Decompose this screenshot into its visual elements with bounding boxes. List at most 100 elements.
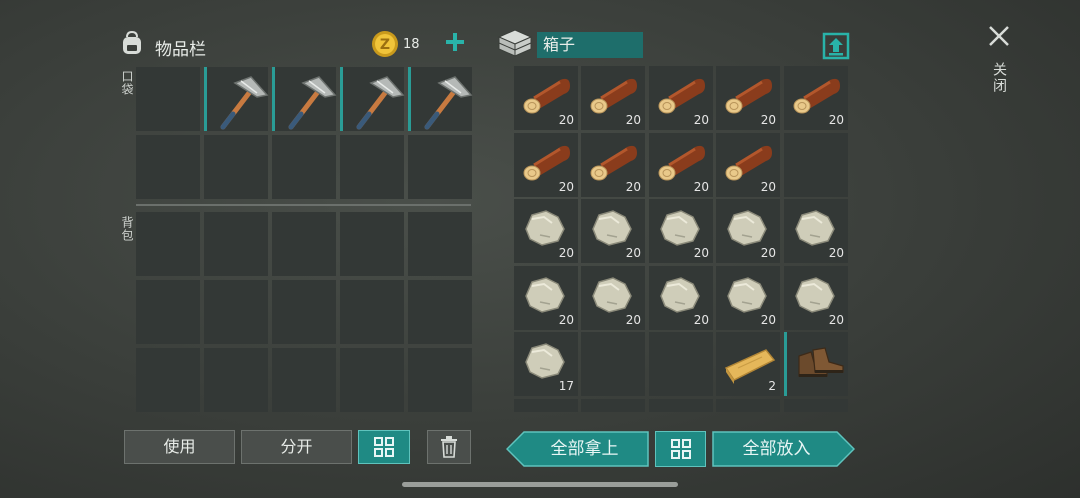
put-all-button[interactable]: 全部放入 bbox=[712, 431, 855, 467]
pocket-slot[interactable] bbox=[408, 67, 473, 131]
item-count: 20 bbox=[625, 113, 641, 127]
box-title-text: 箱子 bbox=[543, 35, 576, 54]
log-icon bbox=[658, 145, 705, 181]
coin-icon: Z bbox=[370, 29, 400, 63]
item-count: 17 bbox=[558, 379, 574, 393]
box-slot[interactable]: 20 bbox=[514, 199, 578, 263]
item-count: 20 bbox=[625, 180, 641, 194]
add-coins-button[interactable] bbox=[443, 30, 467, 54]
backpack-slot[interactable] bbox=[272, 348, 336, 412]
boots-icon bbox=[798, 347, 844, 377]
upload-icon bbox=[822, 32, 850, 60]
box-slot[interactable]: 20 bbox=[649, 266, 713, 330]
box-slot[interactable]: 2 bbox=[716, 332, 780, 396]
item-count: 20 bbox=[558, 246, 574, 260]
box-title: 箱子 bbox=[537, 32, 643, 58]
box-slot[interactable]: 20 bbox=[514, 266, 578, 330]
stone-icon bbox=[525, 210, 565, 246]
box-slot[interactable]: 20 bbox=[581, 133, 645, 197]
box-slot[interactable]: 20 bbox=[514, 66, 578, 130]
backpack-slot[interactable] bbox=[340, 348, 404, 412]
pocket-slot[interactable] bbox=[204, 67, 269, 131]
box-slot[interactable]: 20 bbox=[514, 133, 578, 197]
sort-inventory-button[interactable] bbox=[358, 430, 410, 464]
backpack-slot[interactable] bbox=[136, 348, 200, 412]
item-count: 20 bbox=[558, 180, 574, 194]
backpack-slot[interactable] bbox=[408, 212, 472, 276]
close-button[interactable]: 关闭 bbox=[982, 22, 1016, 102]
box-slot[interactable]: 20 bbox=[649, 199, 713, 263]
backpack-slot[interactable] bbox=[340, 212, 404, 276]
pickaxe-icon bbox=[288, 76, 337, 130]
pocket-slot[interactable] bbox=[408, 135, 472, 199]
log-icon bbox=[590, 78, 637, 114]
take-all-label: 全部拿上 bbox=[550, 439, 619, 459]
box-slot[interactable] bbox=[581, 399, 645, 412]
box-slot[interactable] bbox=[716, 399, 780, 412]
split-button[interactable]: 分开 bbox=[241, 430, 352, 464]
pocket-slot[interactable] bbox=[340, 135, 404, 199]
upload-button[interactable] bbox=[822, 32, 850, 60]
backpack-slot[interactable] bbox=[272, 280, 336, 344]
take-all-button[interactable]: 全部拿上 bbox=[506, 431, 649, 467]
box-slot[interactable]: 20 bbox=[716, 266, 780, 330]
log-icon bbox=[590, 145, 637, 181]
log-icon bbox=[725, 78, 772, 114]
item-count: 20 bbox=[693, 246, 709, 260]
box-slot[interactable] bbox=[784, 399, 848, 412]
close-icon bbox=[989, 26, 1009, 46]
item-count: 20 bbox=[558, 113, 574, 127]
pocket-slot[interactable] bbox=[204, 135, 268, 199]
box-slot[interactable]: 20 bbox=[581, 66, 645, 130]
backpack-slot[interactable] bbox=[204, 348, 268, 412]
close-label: 关闭 bbox=[991, 62, 1007, 94]
box-slot[interactable]: 20 bbox=[716, 199, 780, 263]
pocket-slot[interactable] bbox=[136, 135, 200, 199]
pocket-slot[interactable] bbox=[136, 67, 200, 131]
backpack-slot[interactable] bbox=[408, 348, 472, 412]
use-button[interactable]: 使用 bbox=[124, 430, 235, 464]
pocket-label: 口袋 bbox=[120, 70, 134, 96]
pocket-slot[interactable] bbox=[272, 67, 337, 131]
item-count: 20 bbox=[693, 113, 709, 127]
box-slot[interactable]: 20 bbox=[649, 133, 713, 197]
backpack-label: 背包 bbox=[120, 216, 134, 242]
item-count: 20 bbox=[828, 246, 844, 260]
pickaxe-icon bbox=[356, 76, 405, 130]
box-slot[interactable]: 20 bbox=[784, 66, 848, 130]
box-slot[interactable] bbox=[514, 399, 578, 412]
trash-button[interactable] bbox=[427, 430, 471, 464]
backpack-slot[interactable] bbox=[136, 280, 200, 344]
box-slot[interactable] bbox=[649, 399, 713, 412]
log-icon bbox=[523, 145, 570, 181]
box-slot[interactable]: 20 bbox=[581, 266, 645, 330]
backpack-slot[interactable] bbox=[204, 212, 268, 276]
backpack-slot[interactable] bbox=[272, 212, 336, 276]
put-all-label: 全部放入 bbox=[742, 439, 811, 459]
box-slot[interactable]: 20 bbox=[649, 66, 713, 130]
home-indicator bbox=[402, 482, 678, 487]
backpack-slot[interactable] bbox=[204, 280, 268, 344]
sort-box-button[interactable] bbox=[655, 431, 706, 467]
item-count: 20 bbox=[760, 313, 776, 327]
box-slot[interactable]: 20 bbox=[784, 266, 848, 330]
box-slot[interactable] bbox=[784, 133, 848, 197]
pocket-slot[interactable] bbox=[272, 135, 336, 199]
box-slot[interactable] bbox=[784, 332, 848, 396]
box-slot[interactable]: 17 bbox=[514, 332, 578, 396]
box-slot[interactable] bbox=[649, 332, 713, 396]
pocket-slot[interactable] bbox=[340, 67, 405, 131]
box-slot[interactable]: 20 bbox=[581, 199, 645, 263]
box-slot[interactable]: 20 bbox=[784, 199, 848, 263]
item-count: 20 bbox=[760, 113, 776, 127]
stone-icon bbox=[727, 277, 767, 313]
box-slot[interactable]: 20 bbox=[716, 66, 780, 130]
backpack-slot[interactable] bbox=[408, 280, 472, 344]
item-count: 20 bbox=[828, 313, 844, 327]
box-slot[interactable]: 20 bbox=[716, 133, 780, 197]
backpack-slot[interactable] bbox=[340, 280, 404, 344]
backpack-slot[interactable] bbox=[136, 212, 200, 276]
item-count: 2 bbox=[768, 379, 776, 393]
box-slot[interactable] bbox=[581, 332, 645, 396]
item-count: 20 bbox=[693, 180, 709, 194]
